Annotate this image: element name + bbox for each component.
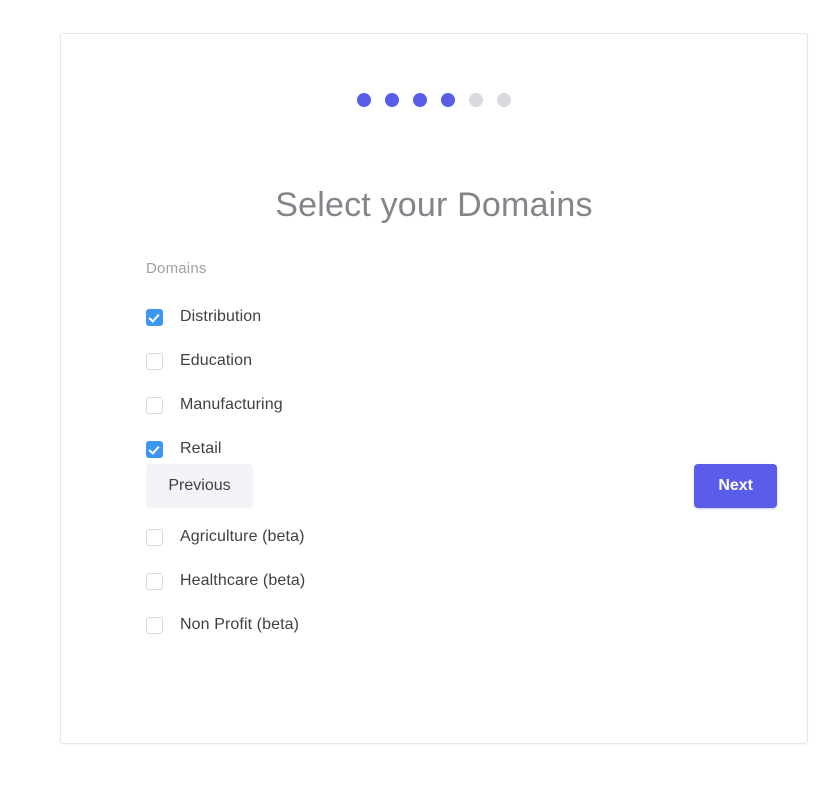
next-button[interactable]: Next <box>694 464 777 508</box>
option-label[interactable]: Distribution <box>180 306 261 328</box>
step-dot-5[interactable] <box>469 93 483 107</box>
option-row[interactable]: Agriculture (beta) <box>146 515 777 559</box>
checkbox-unchecked-icon[interactable] <box>146 529 163 546</box>
checkbox-checked-icon[interactable] <box>146 441 163 458</box>
domains-form: Domains Distribution Education Manufacturi… <box>146 259 777 647</box>
option-label[interactable]: Healthcare (beta) <box>180 570 305 592</box>
wizard-footer: Previous Next <box>146 464 777 508</box>
step-dot-2[interactable] <box>385 93 399 107</box>
checkbox-checked-icon[interactable] <box>146 309 163 326</box>
option-row[interactable]: Manufacturing <box>146 383 777 427</box>
option-label[interactable]: Non Profit (beta) <box>180 614 299 636</box>
domains-group-label: Domains <box>146 259 777 279</box>
option-label[interactable]: Agriculture (beta) <box>180 526 305 548</box>
checkbox-unchecked-icon[interactable] <box>146 353 163 370</box>
step-dot-6[interactable] <box>497 93 511 107</box>
step-dot-3[interactable] <box>413 93 427 107</box>
option-label[interactable]: Retail <box>180 438 222 460</box>
option-row[interactable]: Education <box>146 339 777 383</box>
checkbox-unchecked-icon[interactable] <box>146 573 163 590</box>
step-indicator <box>61 93 807 107</box>
checkbox-unchecked-icon[interactable] <box>146 397 163 414</box>
option-label[interactable]: Education <box>180 350 252 372</box>
option-row[interactable]: Healthcare (beta) <box>146 559 777 603</box>
wizard-card: Select your Domains Domains Distribution… <box>60 33 808 744</box>
page-title: Select your Domains <box>61 182 807 228</box>
check-icon <box>148 311 159 322</box>
option-label[interactable]: Manufacturing <box>180 394 283 416</box>
check-icon <box>148 443 159 454</box>
option-row[interactable]: Non Profit (beta) <box>146 603 777 647</box>
checkbox-unchecked-icon[interactable] <box>146 617 163 634</box>
previous-button[interactable]: Previous <box>146 464 253 508</box>
step-dot-4[interactable] <box>441 93 455 107</box>
page-root: Select your Domains Domains Distribution… <box>0 0 840 800</box>
option-row[interactable]: Distribution <box>146 295 777 339</box>
step-dot-1[interactable] <box>357 93 371 107</box>
